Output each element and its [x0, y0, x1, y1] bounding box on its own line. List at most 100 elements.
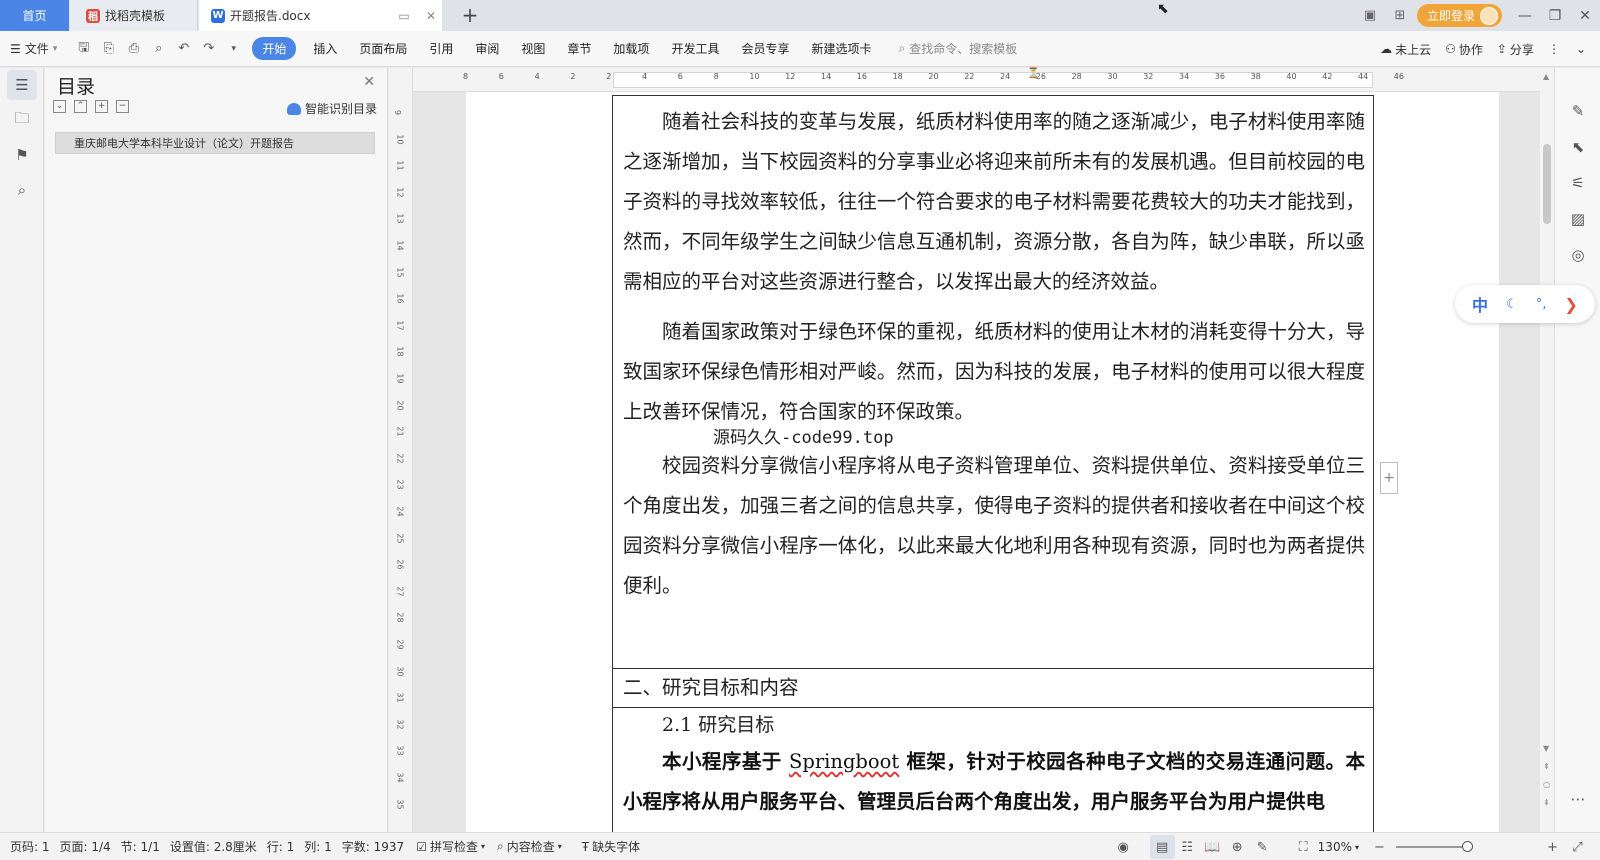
bookmark-icon[interactable]: ⚑: [7, 140, 37, 170]
toc-panel-icon[interactable]: ☰: [7, 70, 37, 100]
select-browse-icon[interactable]: ○: [1543, 780, 1550, 789]
image-icon[interactable]: ▨: [1565, 206, 1591, 232]
ribbon-tab-review[interactable]: 审阅: [475, 40, 499, 57]
ime-chinese-mode[interactable]: 中: [1472, 292, 1488, 316]
paragraph-2[interactable]: 随着国家政策对于绿色环保的重视，纸质材料的使用让木材的消耗变得十分大，导致国家环…: [623, 312, 1365, 432]
fullscreen-icon[interactable]: ⤢: [1565, 835, 1590, 859]
redo-icon[interactable]: ↷: [196, 37, 221, 61]
print-icon[interactable]: ⎙: [121, 37, 146, 61]
reading-view-icon[interactable]: 📖: [1200, 835, 1225, 859]
restore-icon[interactable]: ❐: [1540, 0, 1570, 31]
status-page[interactable]: 页码: 1: [10, 838, 50, 855]
ribbon-tab-member[interactable]: 会员专享: [741, 40, 789, 57]
pin-tab-icon[interactable]: ▭: [393, 5, 415, 27]
vertical-scrollbar[interactable]: ▲ ▼ ⇞ ○ ⇟: [1540, 68, 1554, 832]
select-cursor-icon[interactable]: ⬉: [1565, 134, 1591, 160]
remove-heading-icon[interactable]: −: [116, 100, 129, 113]
zoom-chevron-icon[interactable]: ▾: [1355, 843, 1359, 852]
minimize-icon[interactable]: —: [1510, 0, 1540, 31]
login-button[interactable]: 立即登录: [1416, 4, 1502, 27]
add-heading-icon[interactable]: +: [95, 100, 108, 113]
section-heading[interactable]: 二、研究目标和内容: [613, 668, 1373, 708]
zoom-slider-knob[interactable]: [1462, 841, 1473, 852]
subsection-heading[interactable]: 2.1 研究目标: [662, 710, 774, 737]
pen-icon[interactable]: ✎: [1565, 98, 1591, 124]
ribbon-tab-references[interactable]: 引用: [429, 40, 453, 57]
punctuation-icon[interactable]: °,: [1536, 297, 1547, 312]
content-check-button[interactable]: ⌕ 内容检查 ▾: [497, 838, 562, 855]
collaborate-button[interactable]: ⚇ 协作: [1445, 41, 1483, 58]
outline-view-icon[interactable]: ☷: [1175, 835, 1200, 859]
more-icon[interactable]: ⋯: [1565, 786, 1591, 812]
add-table-row-button[interactable]: +: [1380, 462, 1398, 494]
status-column[interactable]: 列: 1: [304, 838, 332, 855]
compass-icon[interactable]: ◎: [1565, 242, 1591, 268]
previous-page-icon[interactable]: ⇞: [1543, 762, 1550, 771]
moon-icon[interactable]: ☾: [1506, 297, 1518, 312]
collapse-all-icon[interactable]: ⌄: [53, 100, 66, 113]
status-row[interactable]: 行: 1: [267, 838, 295, 855]
tab-document[interactable]: W 开题报告.docx ▭ ✕: [199, 0, 442, 31]
ribbon-tab-new[interactable]: 新建选项卡: [811, 40, 871, 57]
zoom-slider[interactable]: [1396, 841, 1473, 852]
spellcheck-flagged-word[interactable]: Springboot: [789, 750, 899, 773]
new-tab-button[interactable]: +: [458, 3, 482, 27]
expand-all-icon[interactable]: ⌃: [74, 100, 87, 113]
write-mode-icon[interactable]: ✎: [1250, 835, 1275, 859]
adjust-settings-icon[interactable]: ⚟: [1565, 170, 1591, 196]
print-preview-icon[interactable]: ⌕: [146, 37, 171, 61]
status-section[interactable]: 节: 1/1: [121, 838, 160, 855]
chapter-nav-icon[interactable]: 🗀: [7, 105, 37, 135]
eye-protection-icon[interactable]: ◉: [1111, 835, 1136, 859]
window-close-icon[interactable]: ✕: [1570, 0, 1600, 31]
find-icon[interactable]: ⌕: [7, 175, 37, 205]
ribbon-tab-insert[interactable]: 插入: [313, 40, 337, 57]
quick-access-more-icon[interactable]: ▾: [221, 37, 246, 61]
ribbon-tab-addins[interactable]: 加载项: [613, 40, 649, 57]
bold-paragraph[interactable]: 本小程序基于 Springboot 框架，针对于校园各种电子文档的交易连通问题。…: [623, 742, 1365, 822]
export-pdf-icon[interactable]: ⎘: [96, 37, 121, 61]
tab-templates[interactable]: 稻 找稻壳模板: [70, 0, 198, 31]
ribbon-tab-page-layout[interactable]: 页面布局: [359, 40, 407, 57]
status-pages[interactable]: 页面: 1/4: [60, 838, 111, 855]
cloud-status-button[interactable]: ☁ 未上云: [1380, 41, 1431, 58]
app-grid-icon[interactable]: ⊞: [1385, 0, 1415, 31]
toc-item[interactable]: 重庆邮电大学本科毕业设计（论文）开题报告: [55, 132, 375, 154]
scroll-up-icon[interactable]: ▲: [1543, 72, 1549, 81]
smart-toc-button[interactable]: 智能识别目录: [286, 100, 377, 117]
paragraph-1[interactable]: 随着社会科技的变革与发展，纸质材料使用率的随之逐渐减少，电子材料使用率随之逐渐增…: [623, 102, 1365, 302]
indent-marker-icon[interactable]: ⏳: [1027, 68, 1039, 79]
web-view-icon[interactable]: ⊕: [1225, 835, 1250, 859]
file-menu-button[interactable]: ☰ 文件 ▾: [10, 40, 57, 57]
command-search[interactable]: ⌕ 查找命令、搜索模板: [898, 40, 1017, 57]
chevron-right-icon[interactable]: ❯: [1565, 295, 1578, 314]
ribbon-tab-chapter[interactable]: 章节: [567, 40, 591, 57]
ribbon-tab-view[interactable]: 视图: [521, 40, 545, 57]
fit-page-icon[interactable]: ⛶: [1291, 835, 1316, 859]
zoom-in-icon[interactable]: +: [1540, 835, 1565, 859]
scroll-down-icon[interactable]: ▼: [1543, 744, 1549, 753]
zoom-out-icon[interactable]: −: [1367, 835, 1392, 859]
close-tab-icon[interactable]: ✕: [420, 5, 442, 27]
missing-font-button[interactable]: Ŧ 缺失字体: [582, 838, 640, 855]
paragraph-3[interactable]: 校园资料分享微信小程序将从电子资料管理单位、资料提供单位、资料接受单位三个角度出…: [623, 446, 1365, 606]
ime-toolbar[interactable]: 中 ☾ °, ❯: [1455, 285, 1595, 323]
undo-icon[interactable]: ↶: [171, 37, 196, 61]
zoom-level[interactable]: 130%: [1318, 840, 1352, 854]
ribbon-tab-start[interactable]: 开始: [252, 37, 297, 60]
more-options-icon[interactable]: ⋮: [1548, 42, 1560, 56]
page-view-icon[interactable]: ▤: [1149, 835, 1175, 859]
close-icon[interactable]: ✕: [363, 74, 375, 90]
share-button[interactable]: ⇪ 分享: [1497, 41, 1534, 58]
next-page-icon[interactable]: ⇟: [1543, 798, 1550, 807]
tab-home[interactable]: 首页: [0, 0, 69, 31]
scroll-thumb[interactable]: [1543, 144, 1551, 224]
status-word-count[interactable]: 字数: 1937: [342, 838, 404, 855]
collapse-ribbon-icon[interactable]: ⌄: [1576, 42, 1586, 56]
document-page[interactable]: 随着社会科技的变革与发展，纸质材料使用率的随之逐渐减少，电子材料使用率随之逐渐增…: [466, 92, 1499, 832]
layout-toggle-icon[interactable]: ▣: [1355, 0, 1385, 31]
spell-check-button[interactable]: ☑ 拼写检查 ▾: [416, 838, 485, 855]
save-icon[interactable]: 🖫: [71, 37, 96, 61]
status-setting[interactable]: 设置值: 2.8厘米: [170, 838, 257, 855]
ribbon-tab-developer[interactable]: 开发工具: [671, 40, 719, 57]
